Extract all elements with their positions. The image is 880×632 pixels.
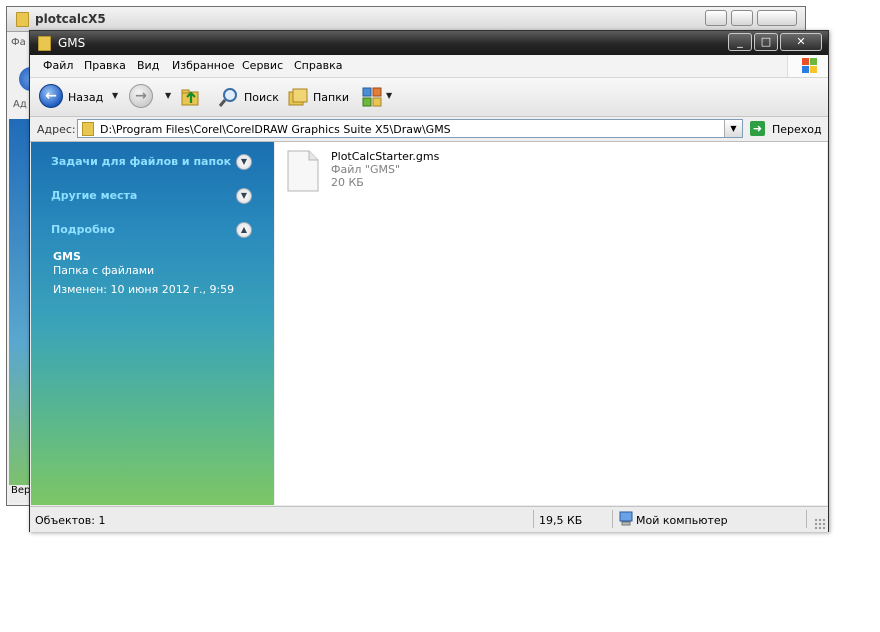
folder-icon bbox=[82, 122, 94, 136]
task-pane: Задачи для файлов и папок ▼ Другие места… bbox=[31, 142, 274, 505]
windows-logo-icon bbox=[787, 55, 828, 77]
status-location: Мой компьютер bbox=[636, 514, 728, 527]
file-name: PlotCalcStarter.gms bbox=[331, 150, 440, 163]
background-maximize-button[interactable] bbox=[731, 10, 753, 26]
forward-arrow-icon[interactable]: → bbox=[129, 84, 153, 108]
resize-grip-icon[interactable] bbox=[814, 518, 826, 530]
views-dropdown[interactable]: ▼ bbox=[386, 91, 392, 100]
file-icon bbox=[287, 150, 319, 192]
folder-icon bbox=[38, 36, 51, 51]
folder-up-icon[interactable] bbox=[180, 86, 202, 108]
background-window-title: plotcalcX5 bbox=[35, 12, 106, 26]
folders-icon[interactable] bbox=[287, 86, 309, 108]
menu-view[interactable]: Вид bbox=[137, 59, 159, 72]
search-icon[interactable] bbox=[218, 86, 240, 108]
menu-file[interactable]: Файл bbox=[43, 59, 73, 72]
details-name: GMS bbox=[53, 250, 81, 263]
file-type: Файл "GMS" bbox=[331, 163, 401, 176]
menu-tools[interactable]: Сервис bbox=[242, 59, 283, 72]
task-section-details[interactable]: Подробно bbox=[51, 223, 115, 236]
close-button[interactable]: ✕ bbox=[780, 33, 822, 51]
status-divider bbox=[806, 510, 807, 528]
status-divider bbox=[533, 510, 534, 528]
go-arrow-icon: ➜ bbox=[750, 121, 765, 136]
status-bar: Объектов: 1 19,5 КБ Мой компьютер bbox=[30, 506, 828, 532]
address-dropdown[interactable]: ▼ bbox=[724, 120, 742, 137]
back-history-dropdown[interactable]: ▼ bbox=[112, 91, 118, 100]
details-type: Папка с файлами bbox=[53, 264, 155, 277]
window-title: GMS bbox=[58, 36, 86, 50]
views-icon[interactable] bbox=[361, 86, 383, 108]
folder-icon bbox=[16, 12, 29, 27]
file-list[interactable]: PlotCalcStarter.gms Файл "GMS" 20 КБ bbox=[275, 142, 827, 505]
back-arrow-icon[interactable]: ← bbox=[39, 84, 63, 108]
file-size: 20 КБ bbox=[331, 176, 364, 189]
go-label: Переход bbox=[772, 123, 822, 136]
menu-help[interactable]: Справка bbox=[294, 59, 342, 72]
address-input[interactable]: D:\Program Files\Corel\CorelDRAW Graphic… bbox=[77, 119, 743, 138]
menu-edit[interactable]: Правка bbox=[84, 59, 126, 72]
status-divider bbox=[612, 510, 613, 528]
status-size: 19,5 КБ bbox=[539, 514, 583, 527]
minimize-button[interactable]: _ bbox=[728, 33, 752, 51]
details-modified: Изменен: 10 июня 2012 г., 9:59 bbox=[53, 283, 235, 296]
background-menu-fragment: Фа bbox=[11, 37, 26, 48]
background-close-button[interactable] bbox=[757, 10, 797, 26]
menu-favorites[interactable]: Избранное bbox=[172, 59, 234, 72]
folders-button[interactable]: Папки bbox=[313, 91, 349, 104]
back-button[interactable]: Назад bbox=[68, 91, 103, 104]
explorer-window[interactable]: GMS _ □ ✕ Файл Правка Вид Избранное Серв… bbox=[29, 30, 829, 532]
expand-chevron-icon[interactable]: ▼ bbox=[236, 188, 252, 204]
task-section-other-places[interactable]: Другие места bbox=[51, 189, 137, 202]
forward-history-dropdown[interactable]: ▼ bbox=[165, 91, 171, 100]
background-window-titlebar[interactable]: plotcalcX5 bbox=[7, 7, 805, 32]
address-label: Адрес: bbox=[37, 123, 76, 136]
maximize-button[interactable]: □ bbox=[754, 33, 778, 51]
menu-bar: Файл Правка Вид Избранное Сервис Справка bbox=[30, 55, 828, 78]
my-computer-icon bbox=[619, 511, 633, 526]
collapse-chevron-icon[interactable]: ▲ bbox=[236, 222, 252, 238]
address-value: D:\Program Files\Corel\CorelDRAW Graphic… bbox=[100, 123, 451, 136]
toolbar: ← Назад ▼ → ▼ Поиск Папки ▼ bbox=[30, 78, 828, 117]
status-object-count: Объектов: 1 bbox=[35, 514, 106, 527]
expand-chevron-icon[interactable]: ▼ bbox=[236, 154, 252, 170]
search-button[interactable]: Поиск bbox=[244, 91, 279, 104]
task-section-file-tasks[interactable]: Задачи для файлов и папок bbox=[51, 155, 231, 168]
background-address-fragment: Ад bbox=[13, 99, 27, 110]
background-minimize-button[interactable] bbox=[705, 10, 727, 26]
titlebar[interactable]: GMS _ □ ✕ bbox=[30, 31, 828, 55]
address-bar: Адрес: D:\Program Files\Corel\CorelDRAW … bbox=[30, 117, 828, 142]
